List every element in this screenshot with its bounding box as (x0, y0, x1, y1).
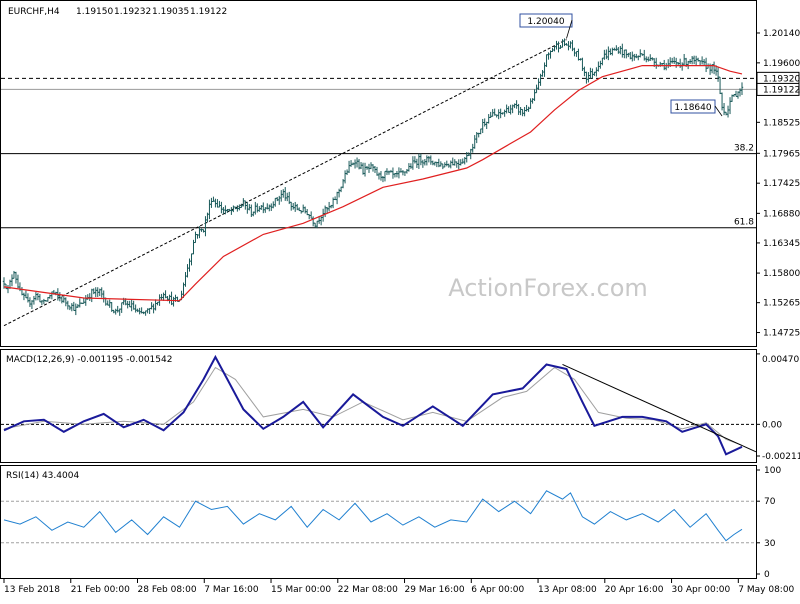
price-axis-label: 1.15265 (763, 299, 800, 309)
macd-series-group (1, 354, 757, 456)
price-level-tag-label: 1.19320 (763, 74, 800, 84)
x-axis-label: 21 Feb 00:00 (71, 585, 130, 595)
price-axis-label: 1.20140 (763, 29, 800, 39)
macd-axis-label: -0.002116 (762, 452, 800, 462)
annotation-connector (714, 105, 723, 117)
x-axis-label: 29 Mar 16:00 (405, 585, 465, 595)
price-axis-label: 1.19600 (763, 59, 800, 69)
rsi-series-group (1, 490, 756, 544)
ohlc-high: 1.19232 (114, 7, 151, 17)
x-axis-label: 20 Apr 16:00 (605, 585, 664, 595)
price-level-tag-label: 1.19122 (763, 85, 800, 95)
rsi-axis-label: 30 (764, 539, 776, 549)
macd-line (3, 354, 743, 456)
price-panel-symbol: EURCHF,H4 (8, 7, 60, 17)
rsi-axis-label: 100 (764, 466, 781, 476)
ohlc-close: 1.19122 (190, 7, 227, 17)
macd-panel-frame (0, 349, 757, 463)
moving-average-line (3, 64, 743, 302)
price-annotation-label: 1.18640 (674, 103, 711, 113)
rsi-line (3, 490, 743, 542)
price-axis-label: 1.15800 (763, 269, 800, 279)
x-axis-label: 6 Apr 00:00 (471, 585, 524, 595)
x-axis-label: 15 Mar 00:00 (271, 585, 331, 595)
watermark: ActionForex.com (448, 274, 648, 302)
x-axis-label: 13 Apr 08:00 (538, 585, 597, 595)
macd-trendline (562, 364, 757, 453)
rsi-panel-frame (0, 465, 757, 579)
axes-group: 1.201401.196001.190601.185251.179651.174… (3, 29, 800, 595)
fib-level-label: 61.8 (734, 218, 754, 228)
ohlc-low: 1.19035 (152, 7, 189, 17)
x-axis-label: 28 Feb 08:00 (138, 585, 197, 595)
price-axis-label: 1.14725 (763, 329, 800, 339)
fib-level-label: 38.2 (734, 144, 754, 154)
x-axis-label: 7 Mar 16:00 (204, 585, 259, 595)
macd-axis-label: 0.00 (762, 420, 782, 430)
price-axis-label: 1.17965 (763, 149, 800, 159)
macd-panel-title: MACD(12,26,9) -0.001195 -0.001542 (6, 355, 172, 365)
x-axis-label: 7 May 08:00 (738, 585, 794, 595)
chart-stage: ActionForex.com EURCHF,H4 1.19150 1.1923… (0, 0, 800, 600)
x-axis-label: 30 Apr 00:00 (672, 585, 731, 595)
chart-svg: ActionForex.com EURCHF,H4 1.19150 1.1923… (0, 0, 800, 595)
price-axis-label: 1.17425 (763, 179, 800, 189)
macd-signal-line (3, 366, 743, 446)
ohlc-open: 1.19150 (76, 7, 113, 17)
x-axis-label: 13 Feb 2018 (4, 585, 60, 595)
price-axis-label: 1.18525 (763, 118, 800, 128)
rsi-axis-label: 0 (764, 570, 770, 580)
rsi-axis-label: 70 (764, 497, 776, 507)
x-axis-label: 22 Mar 08:00 (338, 585, 398, 595)
price-axis-label: 1.16345 (763, 239, 800, 249)
macd-axis-label: 0.004707 (762, 355, 800, 365)
price-annotation-label: 1.20040 (527, 17, 564, 27)
rsi-panel-title: RSI(14) 43.4004 (6, 471, 79, 481)
price-axis-label: 1.16880 (763, 209, 800, 219)
